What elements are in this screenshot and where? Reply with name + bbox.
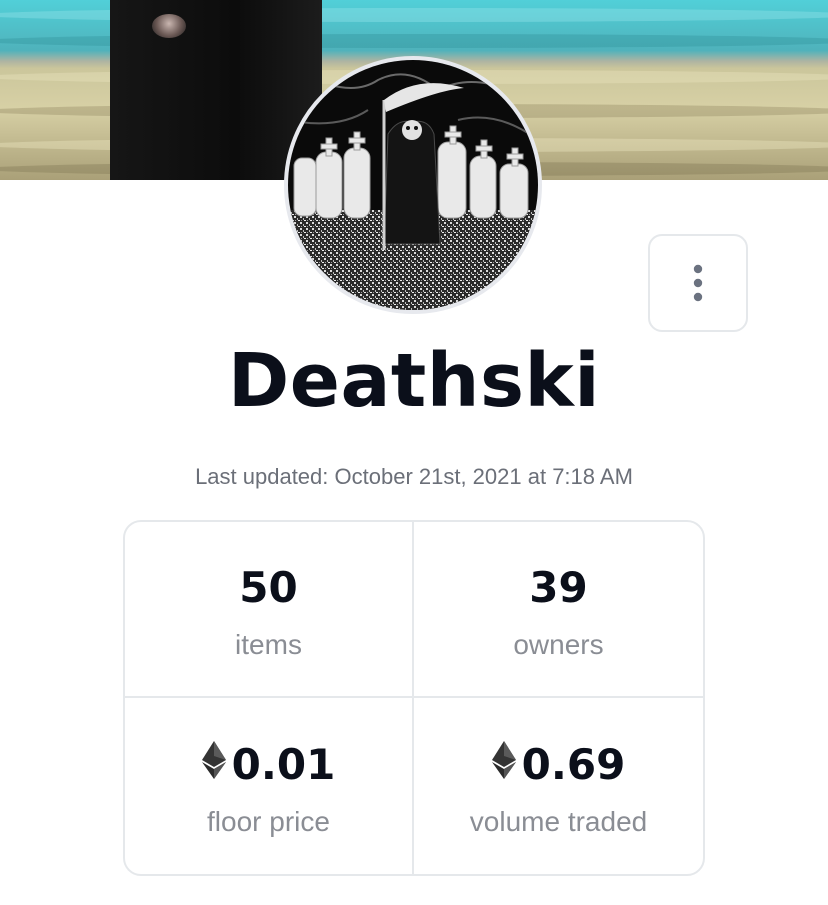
stat-value: 39: [529, 562, 588, 612]
stat-value: 0.69: [521, 739, 626, 789]
ethereum-icon: [201, 740, 226, 789]
more-options-button[interactable]: [648, 234, 748, 332]
stat-volume-traded[interactable]: 0.69 volume traded: [414, 698, 703, 874]
stat-label: owners: [513, 629, 604, 660]
stat-label: items: [235, 629, 302, 660]
last-updated-text: Last updated: October 21st, 2021 at 7:18…: [195, 464, 633, 489]
banner-tombstone-detail: [152, 14, 186, 38]
stat-items[interactable]: 50 items: [125, 522, 414, 698]
stat-value: 50: [239, 562, 298, 612]
stat-value-row: 0.01: [201, 734, 336, 794]
stat-value: 0.01: [231, 739, 336, 789]
stat-label: floor price: [207, 806, 330, 837]
more-vertical-icon: [693, 264, 703, 302]
collection-title: Deathski: [227, 338, 601, 424]
collection-avatar: [284, 56, 542, 314]
stat-label: volume traded: [469, 806, 648, 837]
stat-value-row: 0.69: [491, 734, 626, 794]
ethereum-icon: [491, 740, 516, 789]
stat-owners[interactable]: 39 owners: [414, 522, 703, 698]
collection-stats: 50 items 39 owners 0.01 floor price 0.69…: [123, 520, 705, 876]
stat-floor-price[interactable]: 0.01 floor price: [125, 698, 414, 874]
